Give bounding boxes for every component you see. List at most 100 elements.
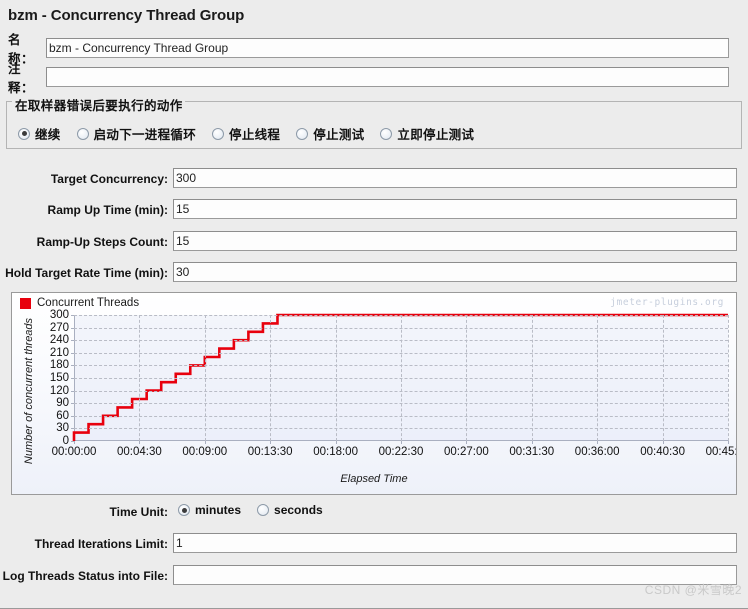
- chart-x-tick-mark: [401, 441, 402, 444]
- radio-seconds[interactable]: seconds: [257, 503, 323, 517]
- radio-stop-thread[interactable]: 停止线程: [212, 124, 280, 143]
- concurrency-preview-chart: Concurrent Threads jmeter-plugins.org Nu…: [11, 292, 737, 495]
- chart-y-tick-label: 60: [56, 409, 69, 422]
- chart-x-tick-label: 00:04:30: [117, 446, 162, 458]
- chart-x-axis-label: Elapsed Time: [340, 473, 408, 485]
- ramp-up-steps-count-input[interactable]: [173, 231, 737, 251]
- chart-y-axis-label: Number of concurrent threads: [23, 317, 35, 465]
- thread-iterations-limit-input[interactable]: [173, 533, 737, 553]
- groupbox-border-left-segment: [6, 101, 12, 102]
- chart-y-tick-label: 240: [49, 334, 69, 347]
- radio-dot-icon: [18, 127, 30, 140]
- chart-x-tick-mark: [204, 441, 206, 444]
- radio-minutes[interactable]: minutes: [178, 503, 241, 517]
- chart-x-gridline: [662, 315, 664, 441]
- chart-x-tick-label: 00:18:00: [313, 446, 358, 458]
- chart-x-gridline: [204, 315, 206, 441]
- chart-y-tick-label: 270: [49, 321, 69, 334]
- ramp-up-steps-count-label-box: Ramp-Up Steps Count:: [0, 231, 168, 253]
- chart-x-tick-label: 00:45:00: [705, 446, 737, 458]
- thread-iterations-limit-label-box: Thread Iterations Limit:: [0, 533, 168, 555]
- radio-dot-icon: [76, 127, 89, 140]
- chart-canvas: Concurrent Threads jmeter-plugins.org Nu…: [12, 293, 736, 494]
- chart-x-gridline: [139, 315, 141, 441]
- chart-x-tick-mark: [74, 441, 75, 444]
- ramp-up-time-label-box: Ramp Up Time (min):: [0, 199, 168, 221]
- chart-y-tick-mark: [71, 365, 74, 367]
- radio-continue[interactable]: 继续: [18, 124, 61, 143]
- chart-x-tick-label: 00:40:30: [640, 446, 685, 458]
- chart-x-gridline: [270, 315, 272, 441]
- radio-label: minutes: [195, 503, 242, 517]
- radio-label: 立即停止测试: [397, 128, 475, 142]
- chart-y-tick-mark: [71, 340, 74, 342]
- chart-x-tick-label: 00:13:30: [247, 446, 293, 458]
- chart-y-tick-label: 120: [49, 384, 69, 397]
- chart-y-tick-mark: [71, 415, 74, 417]
- ramp-up-time-label: Ramp Up Time (min):: [47, 203, 168, 217]
- chart-y-tick-label: 30: [56, 422, 69, 435]
- hold-target-rate-time-label: Hold Target Rate Time (min):: [5, 266, 168, 280]
- comment-row: 注释：: [0, 62, 748, 95]
- radio-dot-icon: [296, 127, 309, 140]
- chart-y-tick-mark: [71, 378, 74, 379]
- chart-x-tick-label: 00:27:00: [444, 446, 489, 458]
- chart-x-tick-mark: [662, 441, 664, 444]
- radio-dot-icon: [212, 127, 225, 140]
- chart-x-gridline: [728, 315, 729, 441]
- page-title: bzm - Concurrency Thread Group: [8, 7, 245, 24]
- chart-x-tick-mark: [335, 441, 337, 444]
- error-action-groupbox-title: 在取样器错误后要执行的动作: [13, 95, 185, 114]
- comment-input[interactable]: [46, 67, 729, 87]
- chart-y-tick-mark: [71, 428, 74, 430]
- chart-y-tick-label: 300: [49, 309, 69, 321]
- hold-target-rate-time-label-box: Hold Target Rate Time (min):: [0, 262, 168, 284]
- comment-label: 注释：: [8, 62, 35, 95]
- radio-label: 停止测试: [313, 128, 365, 142]
- chart-watermark: jmeter-plugins.org: [610, 297, 724, 308]
- chart-y-tick-mark: [71, 315, 74, 316]
- ramp-up-time-row: Ramp Up Time (min):: [0, 199, 748, 221]
- radio-start-next-loop[interactable]: 启动下一进程循环: [76, 124, 197, 143]
- chart-x-tick-mark: [597, 441, 599, 444]
- chart-x-tick-label: 00:36:00: [574, 446, 620, 458]
- hold-target-rate-time-input[interactable]: [173, 262, 737, 282]
- target-concurrency-label: Target Concurrency:: [50, 172, 168, 186]
- time-unit-row: Time Unit:: [0, 501, 748, 523]
- radio-stop-test-now[interactable]: 立即停止测试: [380, 124, 474, 143]
- chart-x-tick-mark: [270, 441, 272, 444]
- chart-x-tick-label: 00:00:00: [51, 446, 97, 458]
- chart-x-tick-label: 00:09:00: [182, 446, 228, 458]
- chart-x-tick-mark: [728, 441, 729, 444]
- name-row: 名称：: [0, 33, 748, 66]
- error-action-radio-group: 继续 启动下一进程循环 停止线程 停止测试 立即停止测试: [18, 124, 490, 143]
- name-input[interactable]: [46, 38, 729, 58]
- log-threads-status-label-box: Log Threads Status into File:: [0, 565, 168, 587]
- legend-swatch-icon: [20, 297, 31, 309]
- radio-label: 启动下一进程循环: [93, 128, 197, 142]
- radio-dot-icon: [178, 504, 190, 516]
- chart-x-tick-label: 00:31:30: [509, 446, 555, 458]
- thread-iterations-limit-label: Thread Iterations Limit:: [34, 537, 168, 551]
- time-unit-radio-group: minutes seconds: [178, 503, 339, 517]
- chart-y-tick-label: 210: [49, 346, 69, 359]
- target-concurrency-input[interactable]: [173, 168, 737, 188]
- chart-y-tick-label: 90: [56, 397, 69, 410]
- chart-x-tick-mark: [466, 441, 468, 444]
- ramp-up-steps-count-label: Ramp-Up Steps Count:: [36, 235, 168, 249]
- log-threads-status-label: Log Threads Status into File:: [2, 569, 168, 583]
- target-concurrency-row: Target Concurrency:: [0, 168, 748, 190]
- chart-y-tick-mark: [71, 327, 74, 329]
- ramp-up-steps-count-row: Ramp-Up Steps Count:: [0, 231, 748, 253]
- chart-y-tick-label: 150: [49, 372, 69, 384]
- chart-x-tick-mark: [531, 441, 533, 444]
- target-concurrency-label-box: Target Concurrency:: [0, 168, 168, 190]
- chart-x-tick-mark: [139, 441, 141, 444]
- radio-label: 继续: [35, 128, 61, 142]
- ramp-up-time-input[interactable]: [173, 199, 737, 219]
- chart-x-gridline: [401, 315, 402, 441]
- log-threads-status-row: Log Threads Status into File:: [0, 565, 748, 587]
- radio-stop-test[interactable]: 停止测试: [296, 124, 364, 143]
- radio-label: seconds: [274, 503, 323, 517]
- legend-label: Concurrent Threads: [37, 297, 140, 309]
